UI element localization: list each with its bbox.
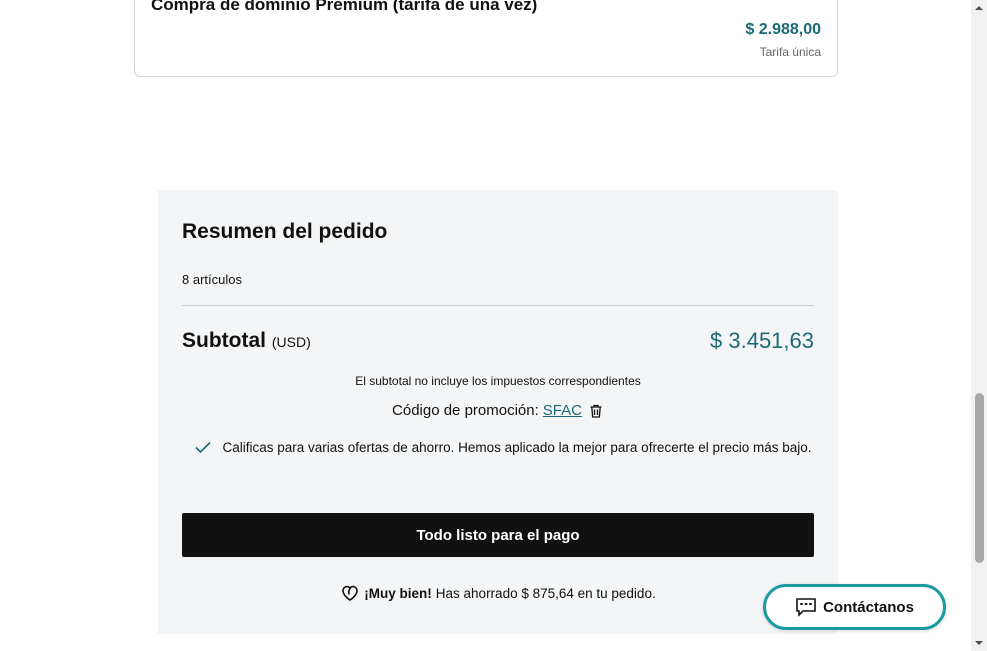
page-viewport: Compra de dominio Premium (tarifa de una… — [0, 0, 987, 651]
item-count: 8 artículos — [182, 272, 242, 287]
scroll-down-arrow-icon[interactable] — [971, 635, 987, 651]
check-icon — [194, 438, 212, 456]
checkout-button[interactable]: Todo listo para el pago — [182, 513, 814, 557]
scrollbar-thumb[interactable] — [975, 393, 984, 563]
savings-message: ¡Muy bien! Has ahorrado $ 875,64 en tu p… — [158, 583, 838, 603]
product-title: Compra de dominio Premium (tarifa de una… — [151, 0, 538, 14]
savings-offer-message: Calificas para varias ofertas de ahorro.… — [194, 434, 814, 461]
summary-title: Resumen del pedido — [182, 220, 388, 243]
subtotal-label-text: Subtotal — [182, 329, 266, 352]
contact-us-button[interactable]: Contáctanos — [763, 584, 946, 630]
trash-icon[interactable] — [588, 403, 604, 419]
tax-note: El subtotal no incluye los impuestos cor… — [355, 374, 641, 388]
promo-code-row: Código de promoción: SFAC — [158, 402, 838, 419]
savings-prefix: ¡Muy bien! — [364, 585, 432, 601]
promo-label: Código de promoción: — [392, 402, 539, 419]
promo-code-link[interactable]: SFAC — [543, 402, 582, 419]
product-card: Compra de dominio Premium (tarifa de una… — [134, 0, 838, 77]
order-summary-panel: Resumen del pedido 8 artículos Subtotal … — [158, 190, 838, 634]
scroll-up-arrow-icon[interactable] — [971, 0, 987, 16]
subtotal-currency: (USD) — [271, 334, 311, 350]
subtotal-value: $ 3.451,63 — [710, 328, 814, 353]
vertical-scrollbar[interactable] — [971, 0, 987, 651]
divider — [182, 305, 814, 306]
chat-icon — [795, 597, 817, 617]
product-price: $ 2.988,00 — [745, 21, 821, 38]
contact-button-label: Contáctanos — [823, 598, 914, 616]
subtotal-label: Subtotal (USD) — [182, 329, 311, 353]
offer-text: Calificas para varias ofertas de ahorro.… — [222, 440, 812, 455]
savings-text: Has ahorrado $ 875,64 en tu pedido. — [435, 585, 656, 601]
heart-icon — [340, 583, 360, 603]
product-fee-note: Tarifa única — [759, 45, 821, 59]
